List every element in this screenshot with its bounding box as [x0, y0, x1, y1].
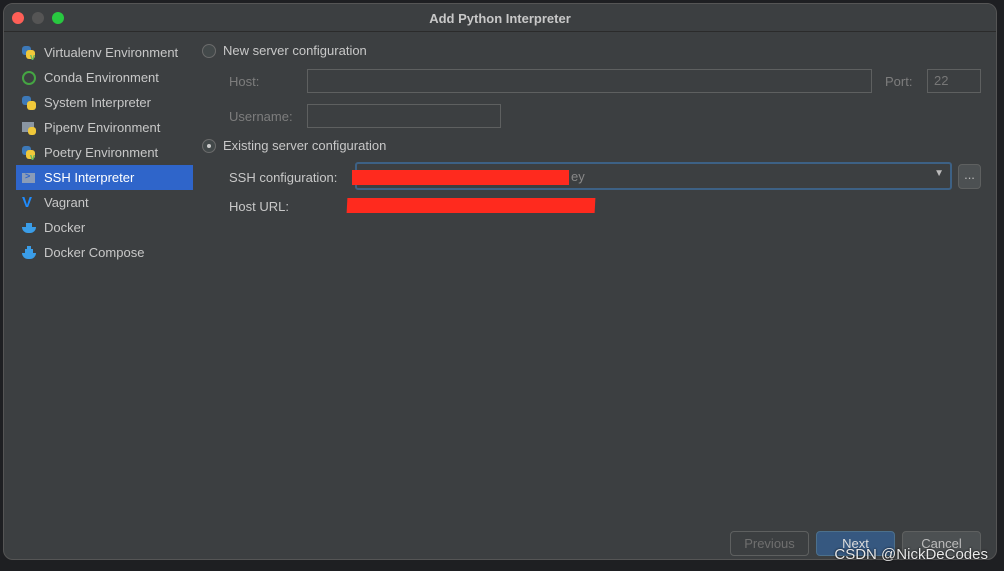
vagrant-icon: V	[22, 193, 33, 211]
new-server-radio[interactable]	[202, 43, 216, 58]
sidebar-item-ssh[interactable]: > SSH Interpreter	[16, 165, 193, 190]
host-url-label: Host URL:	[229, 199, 289, 214]
sidebar-item-label: SSH Interpreter	[44, 170, 135, 185]
chevron-down-icon: ▼	[934, 168, 944, 179]
ssh-config-value: ey	[571, 169, 585, 184]
sidebar-item-label: Pipenv Environment	[44, 120, 161, 135]
port-input[interactable]: 22	[927, 69, 981, 93]
sidebar-item-docker-compose[interactable]: Docker Compose	[16, 240, 193, 265]
window-title: Add Python Interpreter	[429, 11, 571, 26]
python-icon	[22, 95, 36, 110]
sidebar-item-virtualenv[interactable]: v Virtualenv Environment	[16, 40, 193, 65]
ssh-icon: >	[22, 171, 36, 185]
username-label: Username:	[229, 109, 293, 124]
previous-button[interactable]: Previous	[730, 531, 809, 556]
sidebar-item-label: Docker	[44, 220, 86, 235]
existing-server-label: Existing server configuration	[223, 138, 387, 153]
sidebar-item-label: System Interpreter	[44, 95, 151, 110]
sidebar-item-pipenv[interactable]: Pipenv Environment	[16, 115, 193, 140]
sidebar-item-label: Poetry Environment	[44, 145, 159, 160]
ssh-config-label: SSH configuration:	[229, 170, 338, 185]
title-bar: Add Python Interpreter	[4, 4, 996, 32]
watermark: CSDN @NickDeCodes	[834, 546, 988, 563]
sidebar-item-vagrant[interactable]: V Vagrant	[16, 190, 193, 215]
sidebar-item-label: Docker Compose	[44, 245, 145, 260]
sidebar-item-docker[interactable]: Docker	[16, 215, 193, 240]
existing-server-option[interactable]: Existing server configuration	[202, 138, 386, 153]
pipenv-icon	[22, 121, 36, 135]
conda-icon	[22, 70, 36, 85]
dialog-window: Add Python Interpreter v Virtualenv Envir…	[3, 3, 997, 560]
docker-compose-icon	[22, 245, 36, 260]
username-input[interactable]	[307, 104, 501, 128]
python-virtualenv-icon: v	[22, 45, 36, 62]
redaction-mark	[352, 170, 569, 185]
new-server-label: New server configuration	[223, 43, 367, 58]
ssh-config-more-button[interactable]: ...	[958, 164, 981, 189]
host-label: Host:	[229, 74, 260, 89]
docker-icon	[22, 221, 36, 235]
interpreter-type-list: v Virtualenv Environment Conda Environmen…	[16, 40, 193, 265]
sidebar-item-label: Virtualenv Environment	[44, 45, 179, 60]
sidebar-item-conda[interactable]: Conda Environment	[16, 65, 193, 90]
host-input[interactable]	[307, 69, 872, 93]
existing-server-radio[interactable]	[202, 138, 216, 153]
sidebar-item-label: Conda Environment	[44, 70, 159, 85]
sidebar-item-poetry[interactable]: v Poetry Environment	[16, 140, 193, 165]
redaction-mark	[346, 198, 596, 213]
port-label: Port:	[885, 74, 913, 89]
sidebar-item-label: Vagrant	[44, 195, 89, 210]
poetry-icon: v	[22, 145, 36, 162]
sidebar-item-system[interactable]: System Interpreter	[16, 90, 193, 115]
new-server-option[interactable]: New server configuration	[202, 43, 367, 58]
